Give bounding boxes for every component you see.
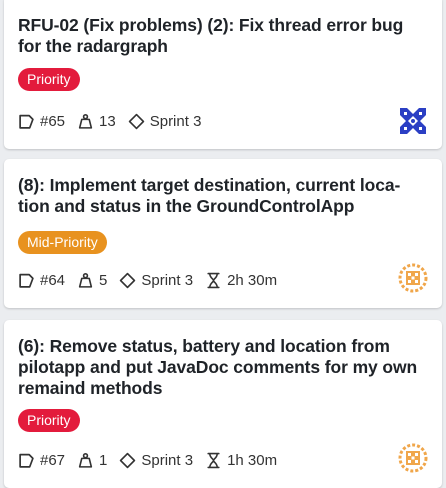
issue-milestone: Sprint 3: [119, 452, 193, 469]
weight-icon: [78, 452, 93, 468]
issue-meta: #64 5 Sprint 3 2h 30m: [18, 268, 289, 292]
issue-number: #65: [18, 113, 65, 130]
issue-milestone: Sprint 3: [128, 112, 202, 130]
issue-milestone-text: Sprint 3: [141, 271, 194, 289]
issue-time-text: 2h 30m: [227, 271, 278, 289]
weight-icon: [78, 113, 93, 129]
issue-number-text: #65: [40, 112, 66, 130]
issue-weight-text: 5: [99, 271, 108, 289]
issue-weight: 1: [77, 452, 107, 469]
issue-title[interactable]: (8): Implement target destination, curre…: [18, 175, 428, 217]
issue-number-text: #64: [40, 271, 66, 289]
issue-card[interactable]: RFU-02 (Fix problems) (2): Fix thread er…: [4, 0, 442, 149]
issue-title[interactable]: RFU-02 (Fix problems) (2): Fix thread er…: [18, 15, 428, 57]
priority-label[interactable]: Mid-Priority: [18, 231, 107, 254]
issue-meta: #67 1 Sprint 3 1h 30m: [18, 448, 289, 472]
weight-icon: [78, 272, 93, 288]
issue-time-text: 1h 30m: [227, 451, 278, 469]
assignee-avatar[interactable]: [398, 106, 428, 136]
milestone-icon: [120, 272, 136, 288]
priority-label[interactable]: Priority: [18, 68, 80, 91]
issue-icon: [19, 453, 34, 468]
issue-weight-text: 1: [99, 451, 108, 469]
issue-weight: 5: [77, 272, 107, 289]
issue-icon: [19, 114, 34, 129]
issue-card[interactable]: (6): Remove status, battery and location…: [4, 320, 442, 488]
issue-milestone: Sprint 3: [119, 272, 193, 289]
issue-title[interactable]: (6): Remove status, battery and location…: [18, 336, 428, 399]
issue-meta: #65 13 Sprint 3: [18, 109, 213, 133]
identicon-orange-icon: [398, 443, 428, 473]
issue-milestone-text: Sprint 3: [141, 451, 194, 469]
issue-weight: 13: [77, 113, 116, 130]
issue-weight-text: 13: [99, 112, 116, 130]
assignee-avatar[interactable]: [398, 443, 428, 473]
milestone-icon: [128, 113, 144, 129]
issue-icon: [19, 273, 34, 288]
milestone-icon: [120, 452, 136, 468]
priority-label[interactable]: Priority: [18, 409, 80, 432]
identicon-blue-icon: [398, 106, 428, 136]
issue-milestone-text: Sprint 3: [149, 112, 202, 130]
identicon-orange-icon: [398, 263, 428, 293]
issue-time-estimate: 1h 30m: [205, 452, 277, 469]
issue-card[interactable]: (8): Implement target destination, curre…: [4, 159, 442, 308]
hourglass-icon: [207, 452, 220, 468]
issue-number: #64: [18, 272, 65, 289]
hourglass-icon: [207, 272, 220, 288]
issue-number-text: #67: [40, 451, 66, 469]
issue-time-estimate: 2h 30m: [205, 272, 277, 289]
issue-number: #67: [18, 452, 65, 469]
assignee-avatar[interactable]: [398, 263, 428, 293]
